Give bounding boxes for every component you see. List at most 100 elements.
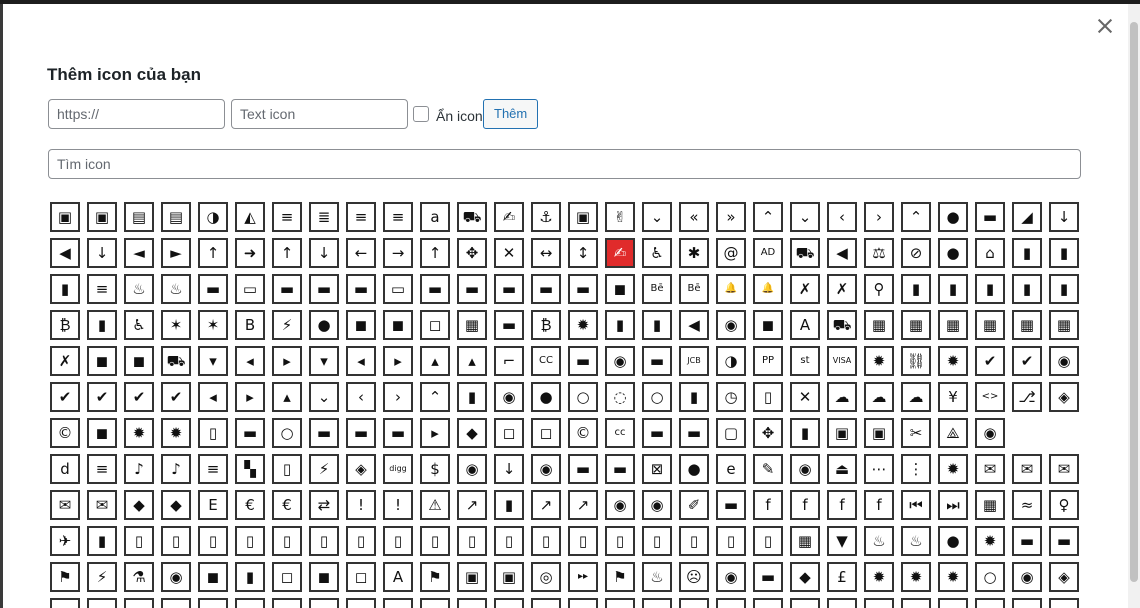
- icon-option[interactable]: e: [716, 454, 746, 484]
- icon-option[interactable]: ♿: [642, 238, 672, 268]
- icon-option[interactable]: ◼: [383, 310, 413, 340]
- icon-option[interactable]: ▬: [420, 274, 450, 304]
- scrollbar-thumb[interactable]: [1130, 22, 1138, 582]
- icon-option[interactable]: ≡: [346, 202, 376, 232]
- icon-option[interactable]: ◼: [753, 310, 783, 340]
- icon-option[interactable]: ▯: [124, 526, 154, 556]
- icon-option[interactable]: ▮: [679, 382, 709, 412]
- icon-option[interactable]: ✶: [161, 310, 191, 340]
- icon-option[interactable]: ✕: [494, 238, 524, 268]
- icon-option[interactable]: ▮: [642, 310, 672, 340]
- icon-option[interactable]: [679, 598, 709, 608]
- icon-option[interactable]: ✉: [1049, 454, 1079, 484]
- icon-option[interactable]: ♿: [124, 310, 154, 340]
- icon-option[interactable]: ●: [531, 382, 561, 412]
- icon-option[interactable]: $: [420, 454, 450, 484]
- icon-option[interactable]: [457, 598, 487, 608]
- icon-option[interactable]: [531, 598, 561, 608]
- icon-option[interactable]: ✗: [790, 274, 820, 304]
- add-icon-button[interactable]: Thêm: [483, 99, 539, 129]
- icon-option[interactable]: Bē: [642, 274, 672, 304]
- icon-option[interactable]: ▮: [901, 274, 931, 304]
- icon-option[interactable]: ▮: [790, 418, 820, 448]
- icon-option[interactable]: ◆: [790, 562, 820, 592]
- icon-option[interactable]: ✗: [50, 346, 80, 376]
- icon-option[interactable]: ⌃: [753, 202, 783, 232]
- icon-option[interactable]: ✍: [605, 238, 635, 268]
- icon-option[interactable]: [346, 598, 376, 608]
- icon-option[interactable]: ≡: [87, 454, 117, 484]
- icon-option[interactable]: ≡: [198, 454, 228, 484]
- icon-option[interactable]: ▬: [642, 418, 672, 448]
- icon-option[interactable]: ⋮: [901, 454, 931, 484]
- icon-option[interactable]: ▾: [309, 346, 339, 376]
- icon-option[interactable]: ►: [161, 238, 191, 268]
- icon-option[interactable]: ▮: [457, 382, 487, 412]
- icon-option[interactable]: ⚓: [531, 202, 561, 232]
- icon-option[interactable]: ▭: [383, 274, 413, 304]
- icon-option[interactable]: ▴: [457, 346, 487, 376]
- icon-option[interactable]: ↓: [309, 238, 339, 268]
- icon-option[interactable]: [1012, 598, 1042, 608]
- icon-option[interactable]: ▮: [1049, 238, 1079, 268]
- icon-option[interactable]: [494, 598, 524, 608]
- icon-option[interactable]: ↓: [87, 238, 117, 268]
- icon-option[interactable]: ◑: [716, 346, 746, 376]
- icon-option[interactable]: ◈: [1049, 382, 1079, 412]
- icon-option[interactable]: ◼: [87, 418, 117, 448]
- icon-option[interactable]: ✥: [457, 238, 487, 268]
- icon-option[interactable]: ♀: [1049, 490, 1079, 520]
- icon-option[interactable]: ○: [568, 382, 598, 412]
- icon-option[interactable]: ◉: [494, 382, 524, 412]
- icon-option[interactable]: ✔: [975, 346, 1005, 376]
- icon-option[interactable]: ©: [568, 418, 598, 448]
- icon-option[interactable]: A: [383, 562, 413, 592]
- icon-option[interactable]: ▣: [457, 562, 487, 592]
- icon-option[interactable]: ◉: [605, 346, 635, 376]
- icon-option[interactable]: ⛟: [790, 238, 820, 268]
- icon-option[interactable]: ◆: [124, 490, 154, 520]
- icon-option[interactable]: d: [50, 454, 80, 484]
- icon-option[interactable]: ◉: [1049, 346, 1079, 376]
- icon-option[interactable]: ◉: [457, 454, 487, 484]
- icon-option[interactable]: [827, 598, 857, 608]
- icon-option[interactable]: ✉: [50, 490, 80, 520]
- icon-option[interactable]: ▦: [864, 310, 894, 340]
- icon-option[interactable]: ▯: [642, 526, 672, 556]
- icon-option[interactable]: ◉: [716, 310, 746, 340]
- icon-option[interactable]: ▣: [827, 418, 857, 448]
- icon-option[interactable]: ⚑: [420, 562, 450, 592]
- icon-option[interactable]: ≣: [309, 202, 339, 232]
- icon-option[interactable]: ♨: [161, 274, 191, 304]
- icon-option[interactable]: ◻: [272, 562, 302, 592]
- icon-option[interactable]: ⚡: [309, 454, 339, 484]
- icon-option[interactable]: ▣: [568, 202, 598, 232]
- icon-option[interactable]: ➜: [235, 238, 265, 268]
- icon-option[interactable]: ◷: [716, 382, 746, 412]
- icon-option[interactable]: ⏏: [827, 454, 857, 484]
- icon-option[interactable]: ▬: [272, 274, 302, 304]
- icon-option[interactable]: ▬: [309, 418, 339, 448]
- icon-option[interactable]: f: [864, 490, 894, 520]
- icon-option[interactable]: €: [235, 490, 265, 520]
- icon-option[interactable]: ✹: [938, 454, 968, 484]
- icon-option[interactable]: ⌄: [790, 202, 820, 232]
- icon-option[interactable]: ▯: [716, 526, 746, 556]
- icon-option[interactable]: E: [198, 490, 228, 520]
- icon-option[interactable]: <>: [975, 382, 1005, 412]
- icon-option[interactable]: digg: [383, 454, 413, 484]
- icon-option[interactable]: ◂: [235, 346, 265, 376]
- icon-option[interactable]: [87, 598, 117, 608]
- icon-option[interactable]: ⚲: [864, 274, 894, 304]
- icon-option[interactable]: ○: [975, 562, 1005, 592]
- icon-option[interactable]: ✹: [568, 310, 598, 340]
- icon-option[interactable]: ◼: [309, 562, 339, 592]
- icon-option[interactable]: ◉: [531, 454, 561, 484]
- icon-option[interactable]: ▤: [124, 202, 154, 232]
- icon-option[interactable]: ▬: [494, 310, 524, 340]
- icon-option[interactable]: ✔: [161, 382, 191, 412]
- icon-option[interactable]: ▯: [272, 526, 302, 556]
- icon-option[interactable]: ▦: [975, 310, 1005, 340]
- icon-option[interactable]: ⚖: [864, 238, 894, 268]
- icon-option[interactable]: ⌄: [642, 202, 672, 232]
